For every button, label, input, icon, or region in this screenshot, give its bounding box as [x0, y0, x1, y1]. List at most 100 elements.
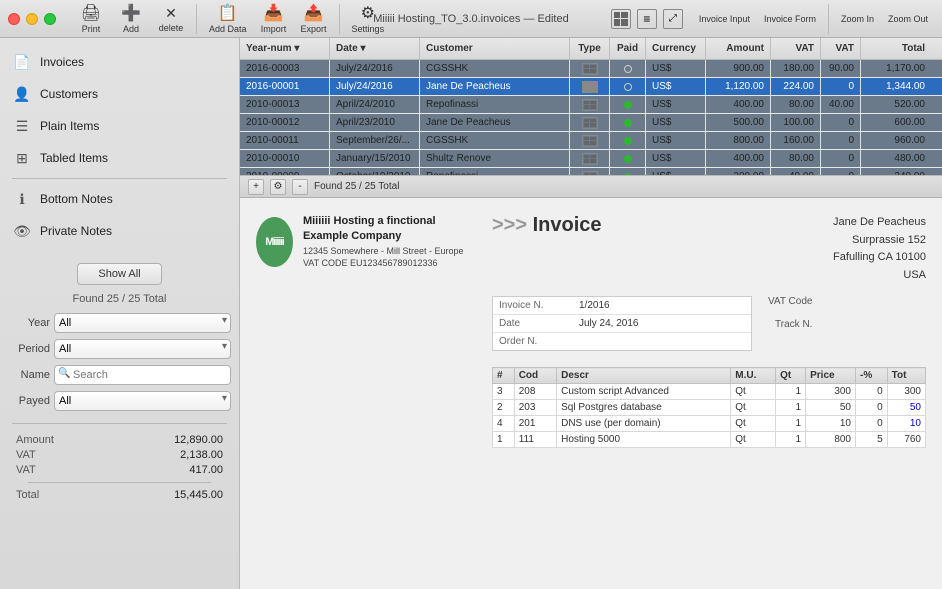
invoice-no-row: Invoice N. 1/2016: [493, 297, 751, 315]
cell-customer: Repofinassi: [420, 168, 570, 175]
table-row[interactable]: 2010-00010 January/15/2010 Shultz Renove…: [240, 150, 942, 168]
sidebar-item-tabled-items[interactable]: ⊞ Tabled Items: [0, 142, 239, 174]
cell-vat1: 80.00: [771, 150, 821, 167]
inv-cell-pct: 0: [856, 400, 888, 416]
period-select[interactable]: All: [54, 339, 231, 359]
inv-cell-price: 300: [806, 384, 856, 400]
invoices-icon: 📄: [12, 52, 32, 72]
amount-stat-label: Amount: [16, 434, 54, 446]
cell-vat1: 180.00: [771, 60, 821, 77]
sidebar-item-customers[interactable]: 👤 Customers: [0, 78, 239, 110]
private-notes-icon: 👁: [12, 221, 32, 241]
remove-row-button[interactable]: -: [292, 179, 308, 195]
period-select-wrap: All: [54, 339, 231, 359]
th-vat1[interactable]: VAT: [771, 38, 821, 59]
total-stat-label: Total: [16, 489, 39, 501]
window-title: Miiiii Hosting_TO_3.0.invoices — Edited: [373, 13, 568, 25]
table-row[interactable]: 2010-00012 April/23/2010 Jane De Peacheu…: [240, 114, 942, 132]
th-total[interactable]: Total: [861, 38, 931, 59]
search-input[interactable]: [54, 365, 231, 385]
show-all-button[interactable]: Show All: [77, 263, 161, 285]
inv-th: Descr: [557, 368, 731, 384]
inv-cell-pct: 5: [856, 432, 888, 448]
paid-dot: [624, 137, 632, 145]
year-label: Year: [8, 317, 50, 329]
add-data-button[interactable]: 📋 Add Data: [203, 1, 253, 36]
add-row-button[interactable]: +: [248, 179, 264, 195]
sidebar-item-private-notes[interactable]: 👁 Private Notes: [0, 215, 239, 247]
th-year-num[interactable]: Year-num ▾: [240, 38, 330, 59]
settings-row-button[interactable]: ⚙: [270, 179, 286, 195]
th-type[interactable]: Type: [570, 38, 610, 59]
invoice-date-row: Date July 24, 2016: [493, 315, 751, 333]
print-button[interactable]: 🖨 Print: [72, 1, 110, 36]
logo-text: Miiiii: [265, 236, 283, 248]
main-container: 📄 Invoices 👤 Customers ☰ Plain Items ⊞ T…: [0, 38, 942, 589]
delete-button[interactable]: ✕ delete: [152, 3, 190, 35]
sidebar-item-invoices[interactable]: 📄 Invoices: [0, 46, 239, 78]
paid-dot: [624, 101, 632, 109]
name-filter-row: Name 🔍: [8, 365, 231, 385]
zoom-in-button[interactable]: Zoom In: [835, 12, 880, 26]
inv-cell-qty: 1: [776, 400, 806, 416]
table-row[interactable]: 2010-00009 October/19/2010 Repofinassi U…: [240, 168, 942, 175]
sidebar-item-plain-items[interactable]: ☰ Plain Items: [0, 110, 239, 142]
table-row[interactable]: 2010-00011 September/26/... CGSSHK US$ 8…: [240, 132, 942, 150]
amount-stat-value: 12,890.00: [174, 434, 223, 446]
payed-filter-row: Payed All: [8, 391, 231, 411]
paid-dot: [624, 119, 632, 127]
list-view-button[interactable]: ≡: [637, 9, 657, 29]
type-box-grid: [582, 63, 598, 75]
sidebar-nav: 📄 Invoices 👤 Customers ☰ Plain Items ⊞ T…: [0, 38, 239, 255]
th-date[interactable]: Date ▾: [330, 38, 420, 59]
cell-vat1: 100.00: [771, 114, 821, 131]
view-toggle-button[interactable]: [611, 9, 631, 29]
sidebar-item-bottom-notes[interactable]: ℹ Bottom Notes: [0, 183, 239, 215]
search-input-wrap: 🔍: [54, 365, 231, 385]
cell-vat1: 160.00: [771, 132, 821, 149]
th-currency[interactable]: Currency: [646, 38, 706, 59]
th-amount[interactable]: Amount: [706, 38, 771, 59]
cell-currency: US$: [646, 78, 706, 95]
th-vat2[interactable]: VAT: [821, 38, 861, 59]
invoice-form-button[interactable]: Invoice Form: [758, 12, 822, 26]
year-select[interactable]: All: [54, 313, 231, 333]
import-button[interactable]: 📥 Import: [255, 1, 293, 36]
add-data-label: Add Data: [209, 24, 247, 34]
close-button[interactable]: [8, 13, 20, 25]
cell-paid: [610, 96, 646, 113]
th-customer[interactable]: Customer: [420, 38, 570, 59]
expand-button[interactable]: ⤢: [663, 9, 683, 29]
tabled-items-label: Tabled Items: [40, 151, 108, 165]
table-row[interactable]: 2016-00003 July/24/2016 CGSSHK US$ 900.0…: [240, 60, 942, 78]
cell-customer: Shultz Renove: [420, 150, 570, 167]
cell-customer: Repofinassi: [420, 96, 570, 113]
filter-section: Year All Period All Name 🔍: [0, 313, 239, 417]
type-box-grid: [582, 135, 598, 147]
settings-label: Settings: [352, 24, 385, 34]
inv-cell-price: 10: [806, 416, 856, 432]
payed-select[interactable]: All: [54, 391, 231, 411]
cell-currency: US$: [646, 150, 706, 167]
invoice-input-button[interactable]: Invoice Input: [693, 12, 756, 26]
invoice-header: >>> Invoice Jane De Peacheus Surprassie …: [492, 214, 926, 284]
table-row[interactable]: 2010-00013 April/24/2010 Repofinassi US$…: [240, 96, 942, 114]
type-box-grid: [582, 117, 598, 129]
invoice-items-table: #CodDescrM.U.QtPrice-%Tot 3 208 Custom s…: [492, 367, 926, 448]
inv-cell-pct: 0: [856, 416, 888, 432]
cell-date: January/15/2010: [330, 150, 420, 167]
add-button[interactable]: ➕ Add: [112, 1, 150, 36]
minimize-button[interactable]: [26, 13, 38, 25]
customer-address: Jane De Peacheus Surprassie 152 Fafullin…: [833, 214, 926, 284]
zoom-out-button[interactable]: Zoom Out: [882, 12, 934, 26]
table-row[interactable]: 2016-00001 July/24/2016 Jane De Peacheus…: [240, 78, 942, 96]
add-icon: ➕: [121, 3, 141, 23]
maximize-button[interactable]: [44, 13, 56, 25]
inv-cell-qty: 1: [776, 384, 806, 400]
th-paid[interactable]: Paid: [610, 38, 646, 59]
company-vat: VAT CODE EU123456789012336: [303, 257, 476, 270]
vat-stat-label: VAT: [16, 449, 36, 461]
invoice-left: Miiiii Miiiiii Hosting a finctional Exam…: [256, 214, 476, 573]
export-button[interactable]: 📤 Export: [295, 1, 333, 36]
period-label: Period: [8, 343, 50, 355]
